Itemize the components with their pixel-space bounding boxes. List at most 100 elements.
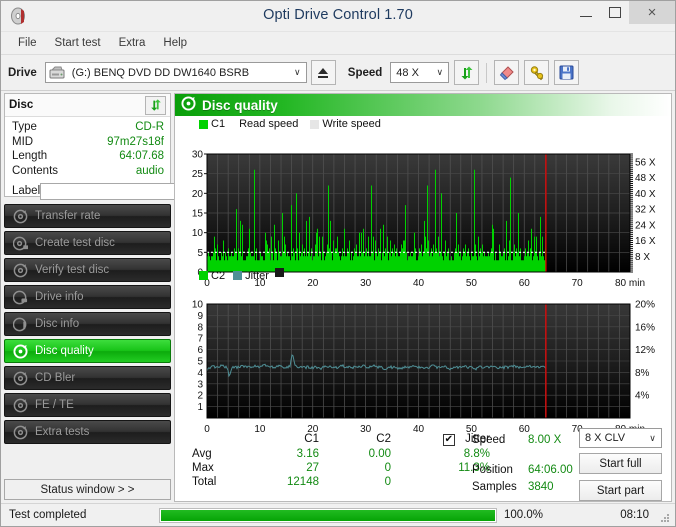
disc-row-type-key: Type [12, 121, 37, 133]
disc-row-type-value: CD-R [135, 121, 164, 133]
svg-text:5: 5 [197, 248, 203, 259]
readout-speed: Speed 8.00 X [472, 432, 592, 449]
menu-item-start-test[interactable]: Start test [46, 35, 110, 51]
sidebar-label: Verify test disc [35, 264, 110, 276]
legend-label-read-speed: Read speed [239, 118, 299, 130]
drive-icon [49, 66, 65, 80]
sidebar-label: Create test disc [35, 237, 115, 249]
maximize-button[interactable] [600, 1, 629, 24]
start-full-button[interactable]: Start full [579, 453, 662, 474]
legend-label-write-speed: Write speed [322, 118, 381, 130]
test-speed-value: 8 X CLV [585, 432, 626, 444]
test-speed-select[interactable]: 8 X CLV ∨ [579, 428, 662, 448]
legend-label-jitter: Jitter [245, 269, 269, 282]
stats-avg-c1: 3.16 [296, 447, 319, 460]
svg-text:32 X: 32 X [635, 205, 656, 216]
svg-text:9: 9 [197, 311, 203, 322]
svg-text:30: 30 [192, 150, 204, 161]
drive-select[interactable]: (G:) BENQ DVD DD DW1640 BSRB ∨ [44, 62, 307, 83]
svg-text:15: 15 [192, 209, 204, 220]
disc-info-icon [12, 317, 28, 332]
readout-position: Position 64:06.00 [472, 462, 592, 479]
elapsed-time: 08:10 [620, 509, 649, 521]
resize-grip-icon[interactable] [659, 512, 670, 523]
stats-total-c1: 12148 [287, 475, 319, 488]
menu-item-extra[interactable]: Extra [110, 35, 155, 51]
svg-text:70: 70 [572, 278, 584, 289]
progress-bar [159, 507, 497, 523]
start-part-button[interactable]: Start part [579, 480, 662, 501]
stats-row-avg: Avg 3.16 0.00 8.8% [191, 447, 491, 461]
legend-swatch-c2 [199, 271, 208, 280]
legend-swatch-write-speed [310, 119, 320, 129]
sidebar-item-create-test-disc[interactable]: Create test disc [4, 231, 171, 255]
menu-bar: File Start test Extra Help [1, 32, 675, 55]
svg-text:20: 20 [192, 189, 204, 200]
stats-total-c2: 0 [384, 475, 391, 488]
disc-label-key: Label [12, 185, 41, 197]
menu-item-help[interactable]: Help [154, 35, 196, 51]
disc-row-mid-key: MID [12, 135, 34, 148]
app-window: Opti Drive Control 1.70 × File Start tes… [0, 0, 676, 527]
sidebar-item-fe-te[interactable]: FE / TE [4, 393, 171, 417]
svg-text:4: 4 [197, 368, 203, 379]
sidebar-item-drive-info[interactable]: Drive info [4, 285, 171, 309]
svg-text:8: 8 [197, 322, 203, 333]
svg-text:6: 6 [197, 345, 203, 356]
toolbar-divider [486, 62, 488, 83]
sidebar-label: CD Bler [35, 372, 76, 384]
stats-max-c1: 27 [306, 461, 319, 474]
svg-text:1: 1 [197, 402, 203, 413]
sidebar-item-extra-tests[interactable]: Extra tests [4, 420, 171, 444]
eject-button[interactable] [310, 60, 336, 85]
tools-button[interactable] [524, 60, 550, 85]
svg-text:7: 7 [197, 334, 203, 345]
sidebar-item-disc-info[interactable]: Disc info [4, 312, 171, 336]
disc-rows: Type CD-R MID 97m27s18f Length 64:07.68 … [5, 117, 245, 201]
sidebar-item-verify-test-disc[interactable]: Verify test disc [4, 258, 171, 282]
samples-readout-label: Samples [472, 481, 517, 493]
drive-label: Drive [8, 66, 37, 79]
chart2-legend: C2 Jitter [199, 268, 287, 283]
svg-text:56 X: 56 X [635, 157, 656, 168]
disc-quality-icon [13, 343, 28, 359]
svg-text:16 X: 16 X [635, 236, 656, 247]
status-window-button[interactable]: Status window > > [4, 479, 171, 500]
status-bar: Test completed 100.0% 08:10 [1, 503, 675, 526]
svg-text:20: 20 [307, 278, 319, 289]
position-readout-label: Position [472, 464, 513, 476]
refresh-button[interactable] [454, 60, 480, 85]
disc-icon [13, 398, 28, 413]
speed-select[interactable]: 48 X ∨ [390, 62, 450, 83]
save-button[interactable] [554, 60, 580, 85]
svg-text:16%: 16% [635, 322, 655, 333]
position-readout-value: 64:06.00 [528, 464, 573, 476]
svg-text:4%: 4% [635, 391, 650, 402]
disc-quality-panel: Disc quality C1 Read speed Write speed 0… [174, 93, 672, 502]
jitter-checkbox[interactable]: ✔ [442, 433, 455, 446]
disc-row-contents: Contents audio [12, 164, 164, 179]
disc-label-row: Label [12, 181, 245, 201]
chevron-down-icon-speed: ∨ [436, 67, 444, 77]
svg-text:30: 30 [360, 278, 372, 289]
sidebar-label: Disc info [35, 318, 80, 330]
disc-icon [13, 425, 28, 440]
status-text: Test completed [9, 509, 87, 521]
stats-header-row: C1 C2 ✔ Jitter [191, 432, 491, 447]
sidebar-label: FE / TE [35, 399, 74, 411]
drive-icon [12, 290, 28, 305]
stats-row-label-total: Total [192, 475, 217, 488]
legend-label-c2: C2 [211, 269, 226, 282]
minimize-button[interactable] [571, 1, 600, 24]
eraser-button[interactable] [494, 60, 520, 85]
menu-item-file[interactable]: File [9, 35, 46, 51]
sidebar-label: Drive info [35, 291, 84, 303]
drive-value: (G:) BENQ DVD DD DW1640 BSRB [71, 66, 250, 79]
nav-list: Transfer rate Create test disc Verify te… [4, 204, 171, 444]
svg-text:5: 5 [197, 357, 203, 368]
sidebar-item-transfer-rate[interactable]: Transfer rate [4, 204, 171, 228]
sidebar-item-disc-quality[interactable]: Disc quality [4, 339, 171, 363]
disc-refresh-button[interactable] [145, 95, 166, 115]
close-button[interactable]: × [629, 1, 675, 24]
sidebar-item-cd-bler[interactable]: CD Bler [4, 366, 171, 390]
